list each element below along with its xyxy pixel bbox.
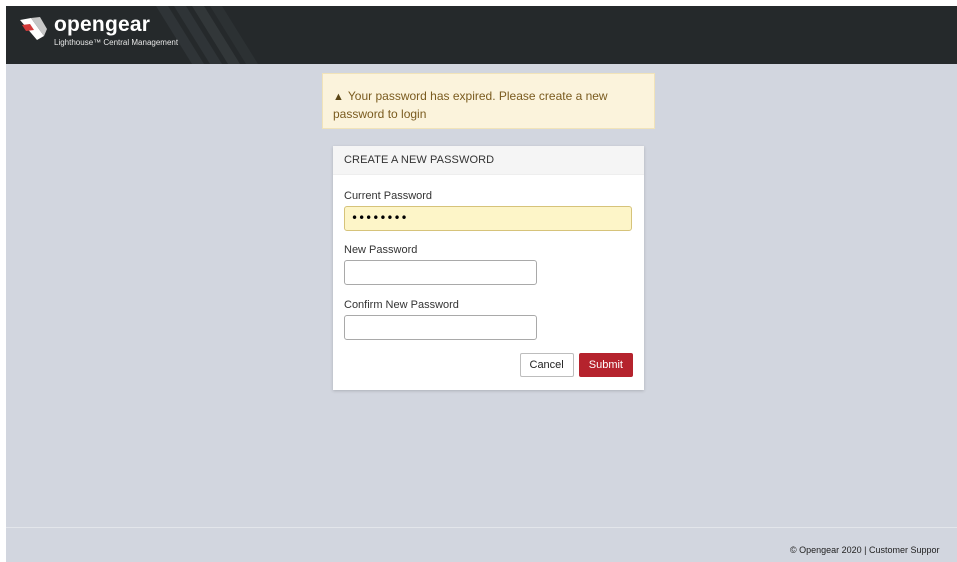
opengear-logo[interactable]: opengear Lighthouse™ Central Management	[18, 14, 178, 54]
footer-divider	[6, 527, 957, 528]
opengear-logo-icon	[20, 17, 47, 40]
form-actions: Cancel Submit	[519, 353, 633, 377]
create-password-card: CREATE A NEW PASSWORD Current Password •…	[333, 146, 644, 390]
new-password-input[interactable]	[344, 260, 537, 285]
brand-tagline: Lighthouse™ Central Management	[54, 38, 179, 47]
warning-triangle-icon: ▲	[333, 91, 344, 103]
confirm-password-label: Confirm New Password	[344, 299, 459, 311]
cancel-button[interactable]: Cancel	[519, 353, 574, 377]
password-expired-alert: ▲ Your password has expired. Please creat…	[322, 73, 655, 129]
top-navigation-bar: opengear Lighthouse™ Central Management	[6, 6, 957, 64]
password-form: Current Password •••••••• New Password C…	[333, 189, 644, 340]
current-password-input[interactable]: ••••••••	[344, 206, 632, 231]
confirm-password-input[interactable]	[344, 315, 537, 340]
card-title: CREATE A NEW PASSWORD	[333, 146, 644, 175]
submit-button[interactable]: Submit	[578, 353, 633, 377]
alert-message: Your password has expired. Please create…	[333, 89, 608, 121]
app-frame: opengear Lighthouse™ Central Management …	[6, 6, 957, 562]
new-password-label: New Password	[344, 244, 418, 256]
footer-copyright[interactable]: © Opengear 2020 | Customer Suppor	[790, 545, 940, 555]
brand-name: opengear	[54, 13, 151, 36]
current-password-label: Current Password	[344, 190, 433, 202]
